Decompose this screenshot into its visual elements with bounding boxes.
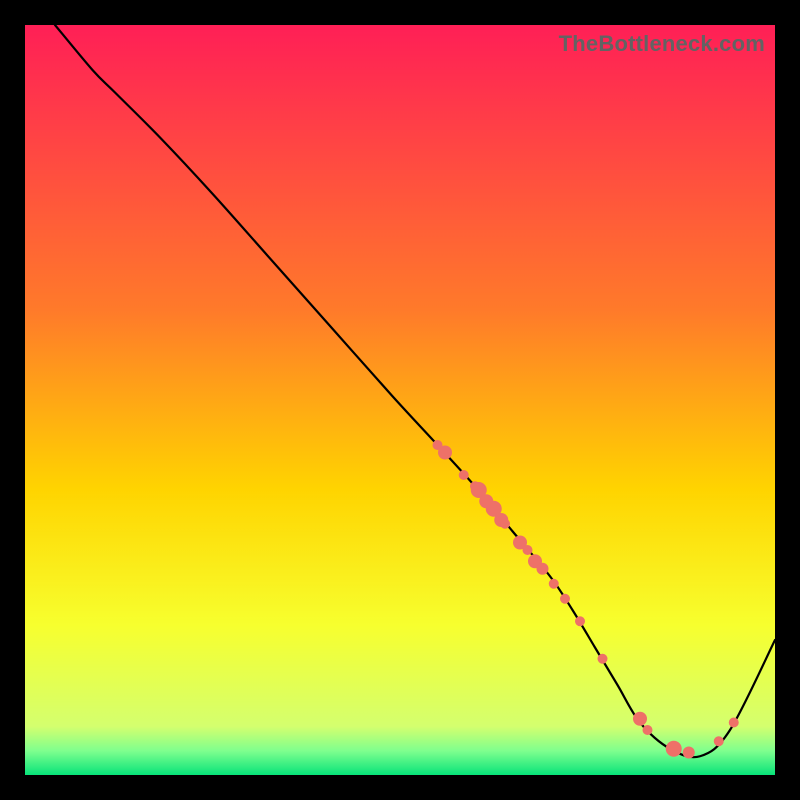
gradient-background	[25, 25, 775, 775]
marker-dot	[438, 446, 452, 460]
marker-dot	[633, 712, 647, 726]
marker-dot	[459, 470, 469, 480]
marker-dot	[523, 545, 533, 555]
marker-dot	[714, 736, 724, 746]
marker-dot	[666, 741, 682, 757]
marker-dot	[549, 579, 559, 589]
watermark-label: TheBottleneck.com	[559, 31, 765, 57]
marker-dot	[500, 519, 510, 529]
marker-dot	[537, 563, 549, 575]
marker-dot	[598, 654, 608, 664]
marker-dot	[729, 718, 739, 728]
marker-dot	[575, 616, 585, 626]
marker-dot	[683, 747, 695, 759]
marker-dot	[643, 725, 653, 735]
bottleneck-chart	[25, 25, 775, 775]
chart-frame: TheBottleneck.com	[25, 25, 775, 775]
marker-dot	[560, 594, 570, 604]
